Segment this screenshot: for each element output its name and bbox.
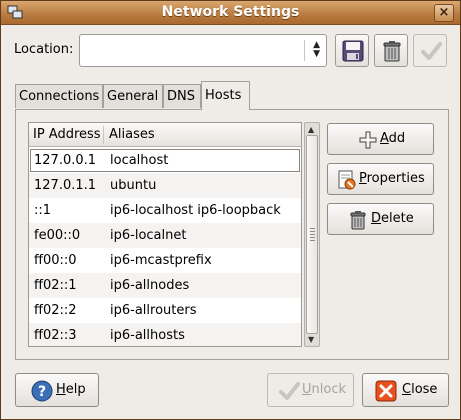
alias-cell: ip6-allnodes [110, 278, 190, 293]
table-row[interactable]: fe00::0 ip6-localnet [29, 223, 301, 248]
alias-cell: ip6-localhost ip6-loopback [110, 203, 281, 218]
table-row[interactable]: ff00::0 ip6-mcastprefix [29, 248, 301, 273]
table-row[interactable]: 127.0.0.1 localhost [29, 148, 301, 173]
grip-icon [310, 228, 315, 242]
title-bar[interactable]: Network Settings × [1, 1, 460, 25]
help-button[interactable]: ? Help [15, 373, 99, 407]
save-location-button[interactable] [335, 34, 369, 67]
delete-label: Delete [371, 211, 414, 226]
scroll-down-icon[interactable]: ▼ [308, 335, 314, 344]
table-row[interactable]: ff02::1 ip6-allnodes [29, 273, 301, 298]
help-icon: ? [31, 380, 53, 402]
ip-cell: 127.0.0.1 [34, 153, 97, 168]
scroll-up-icon[interactable]: ▲ [308, 125, 314, 134]
close-icon: × [438, 5, 450, 20]
tab-dns[interactable]: DNS [163, 84, 201, 108]
trash-delete-icon [383, 41, 401, 62]
alias-cell: ip6-mcastprefix [110, 253, 212, 268]
ip-cell: ff00::0 [34, 253, 77, 268]
tab-connections[interactable]: Connections [15, 84, 103, 108]
help-label: Help [56, 382, 86, 397]
properties-document-icon [338, 170, 356, 190]
alias-cell: ip6-allhosts [110, 328, 185, 343]
tab-label: Hosts [205, 88, 242, 103]
delete-location-button[interactable] [374, 34, 408, 67]
unlock-label: Unlock [302, 382, 346, 397]
delete-host-button[interactable]: Delete [327, 203, 434, 235]
close-x-icon [375, 380, 397, 402]
checkmark-apply-icon [421, 42, 442, 60]
floppy-save-icon [342, 40, 364, 62]
network-settings-window: Network Settings × Location: ▲ ▼ Connect… [0, 0, 461, 420]
close-label: Close [402, 382, 438, 397]
column-header-aliases[interactable]: Aliases [109, 127, 155, 142]
window-title: Network Settings [161, 4, 300, 20]
location-label: Location: [14, 42, 74, 57]
ip-cell: ff02::2 [34, 303, 77, 318]
list-header: IP Address Aliases [29, 123, 301, 147]
hosts-list-scrollbar[interactable]: ▲ ▼ [304, 122, 320, 347]
combo-separator [304, 40, 305, 61]
window-close-button[interactable]: × [434, 4, 454, 22]
tab-label: Connections [19, 89, 100, 104]
tab-label: DNS [167, 89, 195, 104]
ip-cell: ff02::1 [34, 278, 77, 293]
location-combo[interactable]: ▲ ▼ [79, 34, 327, 67]
add-host-button[interactable]: Add [327, 123, 434, 155]
column-header-ip-address[interactable]: IP Address [33, 127, 101, 142]
apply-location-button[interactable] [413, 34, 447, 67]
checkmark-icon [279, 382, 300, 400]
tab-general[interactable]: General [103, 84, 163, 108]
ip-cell: ff02::3 [34, 328, 77, 343]
table-row[interactable]: ff02::2 ip6-allrouters [29, 298, 301, 323]
trash-icon [350, 211, 366, 230]
scroll-thumb[interactable] [306, 135, 318, 334]
ip-cell: fe00::0 [34, 228, 81, 243]
add-label: Add [380, 131, 406, 146]
svg-text:?: ? [38, 384, 46, 400]
tab-label: General [107, 89, 159, 104]
combo-arrows-icon: ▲ ▼ [313, 40, 320, 59]
column-separator [103, 126, 104, 144]
close-button[interactable]: Close [362, 373, 449, 407]
host-properties-button[interactable]: Properties [327, 163, 434, 195]
unlock-button[interactable]: Unlock [267, 373, 354, 407]
alias-cell: ubuntu [110, 178, 157, 193]
table-row[interactable]: ::1 ip6-localhost ip6-loopback [29, 198, 301, 223]
plus-icon [359, 131, 377, 149]
table-row[interactable]: 127.0.1.1 ubuntu [29, 173, 301, 198]
properties-label: Properties [359, 171, 425, 186]
alias-cell: localhost [110, 153, 169, 168]
table-row[interactable]: ff02::3 ip6-allhosts [29, 323, 301, 346]
hosts-list[interactable]: IP Address Aliases 127.0.0.1 localhost 1… [28, 122, 302, 347]
tab-hosts[interactable]: Hosts [201, 81, 250, 110]
alias-cell: ip6-allrouters [110, 303, 197, 318]
alias-cell: ip6-localnet [110, 228, 187, 243]
ip-cell: ::1 [34, 203, 52, 218]
ip-cell: 127.0.1.1 [34, 178, 97, 193]
